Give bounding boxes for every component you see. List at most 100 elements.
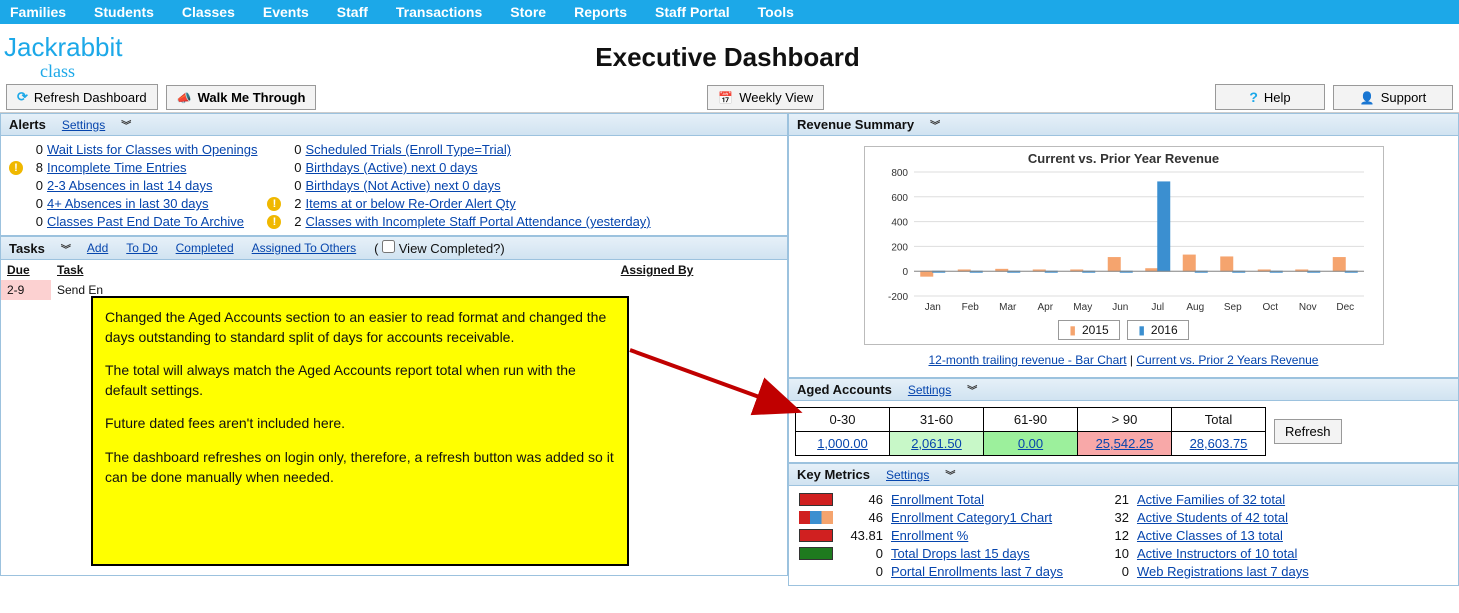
nav-reports[interactable]: Reports (574, 4, 627, 20)
metric-link[interactable]: Active Instructors of 10 total (1137, 546, 1297, 561)
nav-staff[interactable]: Staff (337, 4, 368, 20)
svg-text:600: 600 (891, 193, 908, 204)
aged-col: 61-90 (984, 408, 1078, 432)
alerts-panel: Alerts Settings ︾ 0 Wait Lists for Classe… (0, 113, 788, 236)
aged-value-link[interactable]: 2,061.50 (890, 436, 983, 451)
callout-p2: The total will always match the Aged Acc… (105, 361, 615, 400)
swatch-icon (799, 529, 833, 542)
col-due[interactable]: Due (1, 260, 51, 280)
metric-link[interactable]: Enrollment % (891, 528, 968, 543)
svg-text:400: 400 (891, 218, 908, 229)
chevrons-icon[interactable]: ︾ (121, 117, 131, 132)
metric-value: 0 (841, 564, 883, 579)
col-assigned-by[interactable]: Assigned By (527, 260, 787, 280)
alerts-settings-link[interactable]: Settings (62, 118, 105, 132)
alert-link[interactable]: Classes Past End Date To Archive (47, 214, 244, 229)
alert-link[interactable]: Wait Lists for Classes with Openings (47, 142, 257, 157)
walk-me-through-button[interactable]: Walk Me Through (166, 85, 317, 110)
header: Jackrabbit class Executive Dashboard (0, 24, 1459, 82)
alert-count: 0 (27, 142, 43, 157)
metric-row: 46Enrollment Total (799, 492, 1063, 507)
alerts-body: 0Wait Lists for Classes with Openings!8I… (1, 136, 787, 235)
svg-text:0: 0 (902, 267, 908, 278)
alert-link[interactable]: Items at or below Re-Order Alert Qty (305, 196, 515, 211)
metric-link[interactable]: Web Registrations last 7 days (1137, 564, 1309, 579)
nav-events[interactable]: Events (263, 4, 309, 20)
chevrons-icon[interactable]: ︾ (967, 382, 977, 397)
chevrons-icon[interactable]: ︾ (930, 117, 940, 132)
revenue-title: Revenue Summary (797, 117, 914, 132)
nav-students[interactable]: Students (94, 4, 154, 20)
nav-tools[interactable]: Tools (758, 4, 794, 20)
metric-link[interactable]: Active Classes of 13 total (1137, 528, 1283, 543)
alert-count: 0 (285, 160, 301, 175)
tasks-completed-link[interactable]: Completed (176, 241, 234, 255)
metric-link[interactable]: Active Families of 32 total (1137, 492, 1285, 507)
view-completed-checkbox[interactable] (382, 240, 395, 253)
aged-value-link[interactable]: 0.00 (984, 436, 1077, 451)
tasks-todo-link[interactable]: To Do (126, 241, 157, 255)
aged-value-link[interactable]: 25,542.25 (1078, 436, 1171, 451)
warning-icon: ! (9, 161, 23, 175)
tasks-add-link[interactable]: Add (87, 241, 108, 255)
alert-row: 02-3 Absences in last 14 days (9, 178, 257, 193)
legend-2015[interactable]: ▮ 2015 (1058, 320, 1119, 340)
help-button[interactable]: Help (1215, 84, 1325, 110)
metric-link[interactable]: Enrollment Total (891, 492, 984, 507)
alert-row: 0 Wait Lists for Classes with Openings (9, 142, 257, 157)
metric-row: 46Enrollment Category1 Chart (799, 510, 1063, 525)
tasks-title: Tasks (9, 241, 45, 256)
metric-link[interactable]: Total Drops last 15 days (891, 546, 1030, 561)
aged-refresh-button[interactable]: Refresh (1274, 419, 1342, 444)
nav-staff-portal[interactable]: Staff Portal (655, 4, 730, 20)
callout-p3: Future dated fees aren't included here. (105, 414, 615, 434)
callout-p1: Changed the Aged Accounts section to an … (105, 308, 615, 347)
swatch-icon (799, 493, 833, 506)
metric-row: 32 Active Students of 42 total (1103, 510, 1309, 525)
trailing-revenue-link[interactable]: 12-month trailing revenue - Bar Chart (929, 353, 1127, 367)
toolbar: Refresh Dashboard Walk Me Through Weekly… (0, 82, 1459, 113)
weekly-label: Weekly View (739, 90, 813, 105)
bar-icon: ▮ (1069, 323, 1076, 337)
alert-row: 0 Birthdays (Active) next 0 days (267, 160, 650, 175)
alert-link[interactable]: Incomplete Time Entries (47, 160, 186, 175)
aged-cell: 28,603.75 (1172, 432, 1266, 456)
metric-value: 32 (1103, 510, 1129, 525)
alert-link[interactable]: Classes with Incomplete Staff Portal Att… (305, 214, 650, 229)
refresh-icon (17, 89, 28, 105)
alert-row: 0Classes Past End Date To Archive (9, 214, 257, 229)
chevrons-icon[interactable]: ︾ (61, 241, 71, 256)
aged-value-link[interactable]: 28,603.75 (1172, 436, 1265, 451)
metric-link[interactable]: Active Students of 42 total (1137, 510, 1288, 525)
legend-2016[interactable]: ▮ 2016 (1127, 320, 1188, 340)
svg-text:Sep: Sep (1223, 302, 1241, 313)
weekly-view-button[interactable]: Weekly View (707, 85, 824, 110)
metric-link[interactable]: Portal Enrollments last 7 days (891, 564, 1063, 579)
col-task[interactable]: Task (51, 260, 527, 280)
nav-families[interactable]: Families (10, 4, 66, 20)
support-button[interactable]: Support (1333, 85, 1453, 110)
metric-link[interactable]: Enrollment Category1 Chart (891, 510, 1052, 525)
aged-accounts-panel: Aged Accounts Settings ︾ 0-3031-6061-90>… (788, 378, 1459, 463)
nav-classes[interactable]: Classes (182, 4, 235, 20)
chart-legend: ▮ 2015 ▮ 2016 (869, 320, 1379, 340)
refresh-dashboard-button[interactable]: Refresh Dashboard (6, 84, 158, 110)
chevrons-icon[interactable]: ︾ (945, 467, 955, 482)
aged-settings-link[interactable]: Settings (908, 383, 951, 397)
prior-2-years-link[interactable]: Current vs. Prior 2 Years Revenue (1136, 353, 1318, 367)
alert-link[interactable]: Scheduled Trials (Enroll Type=Trial) (305, 142, 511, 157)
alert-link[interactable]: 2-3 Absences in last 14 days (47, 178, 213, 193)
nav-transactions[interactable]: Transactions (396, 4, 482, 20)
aged-cell: 25,542.25 (1078, 432, 1172, 456)
alert-link[interactable]: Birthdays (Not Active) next 0 days (305, 178, 500, 193)
alerts-title: Alerts (9, 117, 46, 132)
megaphone-icon (177, 90, 192, 105)
alert-row: !2Items at or below Re-Order Alert Qty (267, 196, 650, 211)
tasks-assigned-link[interactable]: Assigned To Others (252, 241, 357, 255)
warning-icon: ! (267, 197, 281, 211)
alert-link[interactable]: 4+ Absences in last 30 days (47, 196, 209, 211)
nav-store[interactable]: Store (510, 4, 546, 20)
metrics-settings-link[interactable]: Settings (886, 468, 929, 482)
svg-text:Nov: Nov (1298, 302, 1316, 313)
alert-link[interactable]: Birthdays (Active) next 0 days (305, 160, 477, 175)
